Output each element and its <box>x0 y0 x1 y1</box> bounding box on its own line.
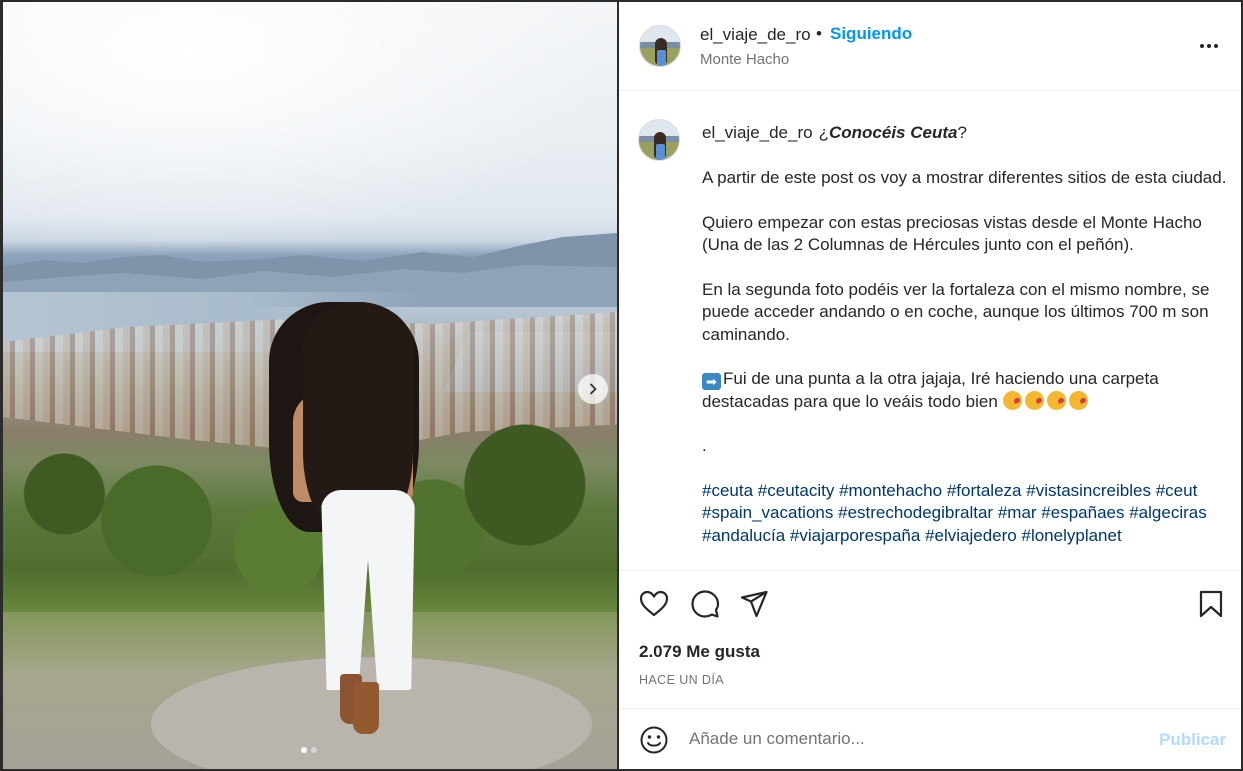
hashtag-link[interactable]: #vistasincreibles <box>1026 481 1151 500</box>
hashtag-link[interactable]: #ceutacity <box>758 481 835 500</box>
hashtag-link[interactable]: #mar <box>998 503 1037 522</box>
carousel-indicator <box>301 747 317 753</box>
caption-first-line: el_viaje_de_ro ¿Conocéis Ceuta? <box>702 123 967 143</box>
more-dot <box>1207 44 1211 48</box>
like-count[interactable]: 2.079 Me gusta <box>639 642 760 662</box>
hashtag-link[interactable]: #montehacho <box>839 481 942 500</box>
instagram-post-modal: el_viaje_de_ro • Siguiendo Monte Hacho e… <box>0 0 1243 771</box>
caption-area: el_viaje_de_ro ¿Conocéis Ceuta? A partir … <box>619 92 1241 570</box>
more-options-icon[interactable] <box>1197 38 1221 54</box>
post-location[interactable]: Monte Hacho <box>700 51 789 68</box>
kiss-emoji-icon <box>1024 390 1044 410</box>
post-timestamp[interactable]: HACE UN DÍA <box>639 673 724 687</box>
more-dot <box>1200 44 1204 48</box>
post-photo[interactable] <box>3 2 617 769</box>
kiss-emoji-icon <box>1002 390 1022 410</box>
following-button[interactable]: Siguiendo <box>830 24 912 44</box>
share-icon[interactable] <box>739 589 769 619</box>
caption-paragraph-arrow: ➡ Fui de una punta a la otra jajaja, Iré … <box>702 368 1232 413</box>
kiss-emoji-icon <box>1046 390 1066 410</box>
post-header: el_viaje_de_ro • Siguiendo Monte Hacho <box>619 2 1241 91</box>
right-arrow-emoji-icon: ➡ <box>702 373 721 390</box>
hashtag-link[interactable]: #elviajedero <box>925 526 1017 545</box>
avatar-figure-shirt <box>656 144 665 160</box>
caption-suffix: ? <box>957 123 967 142</box>
caption-bold-title: Conocéis Ceuta <box>828 123 958 142</box>
photo-ground <box>3 612 617 769</box>
hashtag-link[interactable]: #estrechodegibraltar <box>838 503 993 522</box>
avatar-figure-shirt <box>657 50 666 66</box>
hashtag-link[interactable]: #spain_vacations <box>702 503 833 522</box>
photo-person-boot-right <box>353 682 379 734</box>
hashtag-link[interactable]: #andalucía <box>702 526 785 545</box>
post-actions: 2.079 Me gusta HACE UN DÍA <box>619 570 1241 709</box>
kiss-emoji-icon <box>1068 390 1088 410</box>
hashtag-link[interactable]: #lonelyplanet <box>1022 526 1122 545</box>
caption-arrow-text: Fui de una punta a la otra jajaja, Iré h… <box>702 369 1159 411</box>
chevron-right-icon <box>590 383 597 395</box>
author-avatar[interactable] <box>639 25 681 67</box>
hashtag-link[interactable]: #fortaleza <box>947 481 1022 500</box>
comment-bar: Publicar <box>619 710 1241 769</box>
publish-button[interactable]: Publicar <box>1159 730 1226 750</box>
caption-hashtags: #ceuta #ceutacity #montehacho #fortaleza… <box>702 480 1232 548</box>
caption-paragraph: Quiero empezar con estas preciosas vista… <box>702 212 1202 255</box>
hashtag-link[interactable]: #ceut <box>1156 481 1198 500</box>
bookmark-icon[interactable] <box>1196 589 1226 619</box>
comment-icon[interactable] <box>690 589 720 619</box>
caption-dot-line: . <box>702 436 707 455</box>
comment-input[interactable] <box>689 724 1129 754</box>
heart-icon[interactable] <box>639 589 669 619</box>
photo-sky <box>3 2 617 252</box>
header-separator: • <box>816 24 822 43</box>
emoji-picker-icon[interactable] <box>639 725 669 755</box>
carousel-next-button[interactable] <box>578 374 608 404</box>
more-dot <box>1214 44 1218 48</box>
caption-paragraph: En la segunda foto podéis ver la fortale… <box>702 279 1210 344</box>
hashtag-link[interactable]: #ceuta <box>702 481 753 500</box>
caption-paragraph: A partir de este post os voy a mostrar d… <box>702 168 1227 187</box>
caption-body: A partir de este post os voy a mostrar d… <box>702 167 1232 569</box>
hashtag-link[interactable]: #algeciras <box>1129 503 1207 522</box>
hashtag-link[interactable]: #viajarporespaña <box>790 526 920 545</box>
carousel-dot <box>311 747 317 753</box>
author-username[interactable]: el_viaje_de_ro <box>700 25 811 45</box>
caption-author-avatar[interactable] <box>638 119 680 161</box>
post-side-panel: el_viaje_de_ro • Siguiendo Monte Hacho e… <box>619 2 1241 769</box>
caption-username[interactable]: el_viaje_de_ro <box>702 123 813 142</box>
carousel-dot-active <box>301 747 307 753</box>
caption-prefix: ¿ <box>818 123 829 142</box>
hashtag-link[interactable]: #españaes <box>1041 503 1124 522</box>
